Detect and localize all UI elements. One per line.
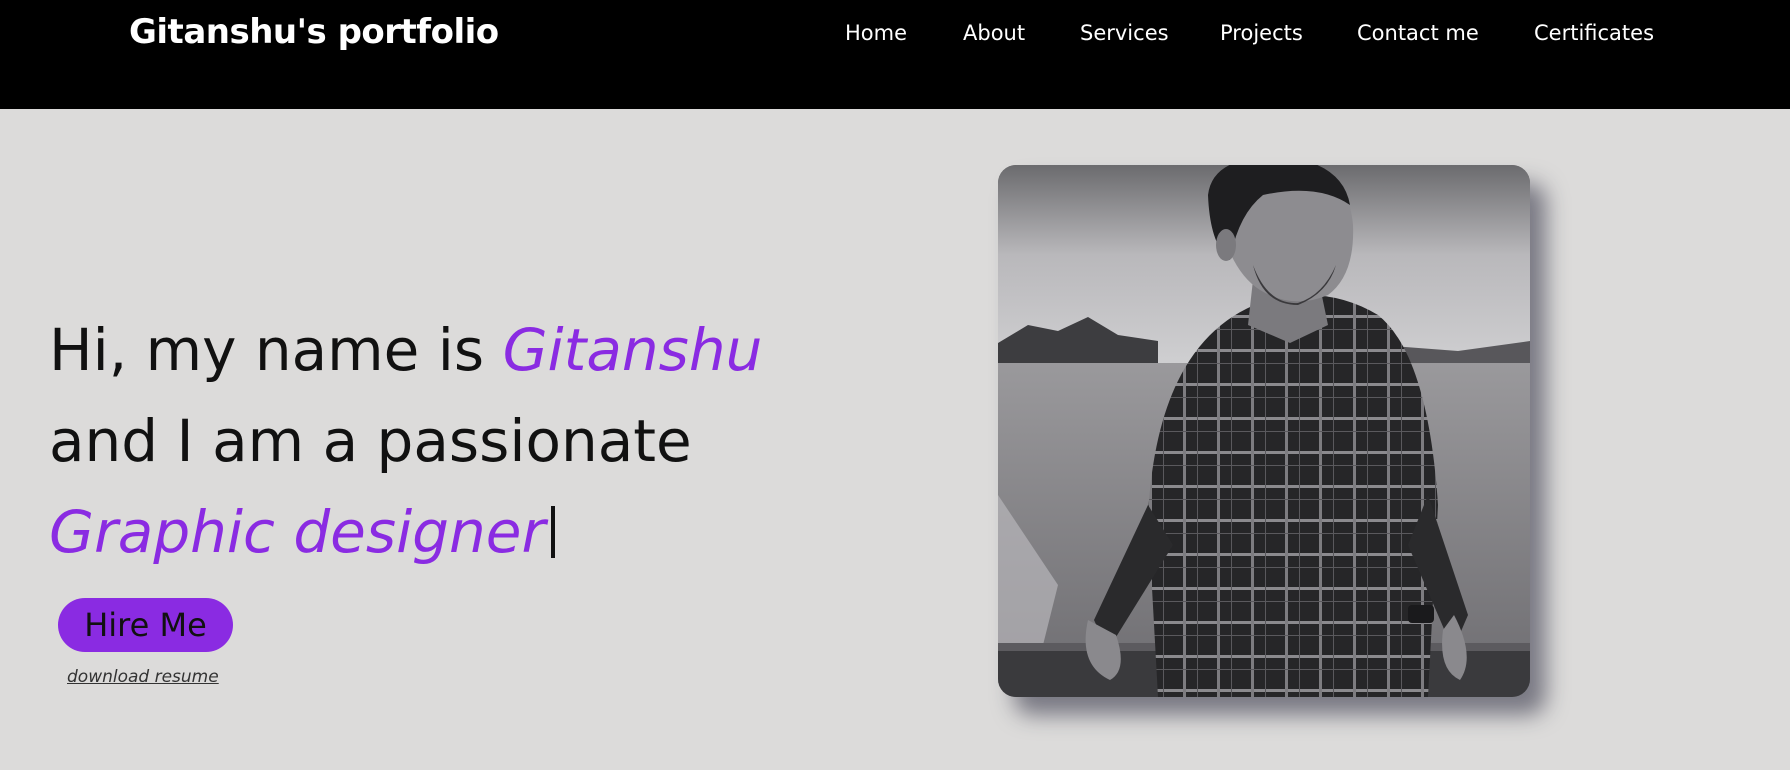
hero-section: Hi, my name is Gitanshu and I am a passio… bbox=[0, 109, 1790, 770]
hero-headline: Hi, my name is Gitanshu and I am a passio… bbox=[49, 305, 762, 578]
hero-role: Graphic designer bbox=[49, 498, 546, 566]
hire-me-button[interactable]: Hire Me bbox=[58, 598, 233, 652]
profile-photo-illustration bbox=[998, 165, 1530, 697]
nav-link-projects[interactable]: Projects bbox=[1220, 21, 1303, 45]
profile-photo bbox=[998, 165, 1530, 697]
download-resume-link[interactable]: download resume bbox=[67, 667, 219, 687]
nav-link-certificates[interactable]: Certificates bbox=[1534, 21, 1654, 45]
hero-name: Gitanshu bbox=[502, 316, 763, 384]
nav-link-home[interactable]: Home bbox=[845, 21, 907, 45]
nav-link-services[interactable]: Services bbox=[1080, 21, 1169, 45]
nav-link-contact[interactable]: Contact me bbox=[1357, 21, 1479, 45]
nav-link-about[interactable]: About bbox=[963, 21, 1025, 45]
nav-menu: Home About Services Projects Contact me … bbox=[0, 21, 1790, 47]
navbar: Gitanshu's portfolio Home About Services… bbox=[0, 0, 1790, 109]
typing-cursor bbox=[551, 506, 556, 558]
hero-intro-text: Hi, my name is bbox=[49, 316, 503, 384]
hero-line-2: and I am a passionate bbox=[49, 407, 692, 475]
